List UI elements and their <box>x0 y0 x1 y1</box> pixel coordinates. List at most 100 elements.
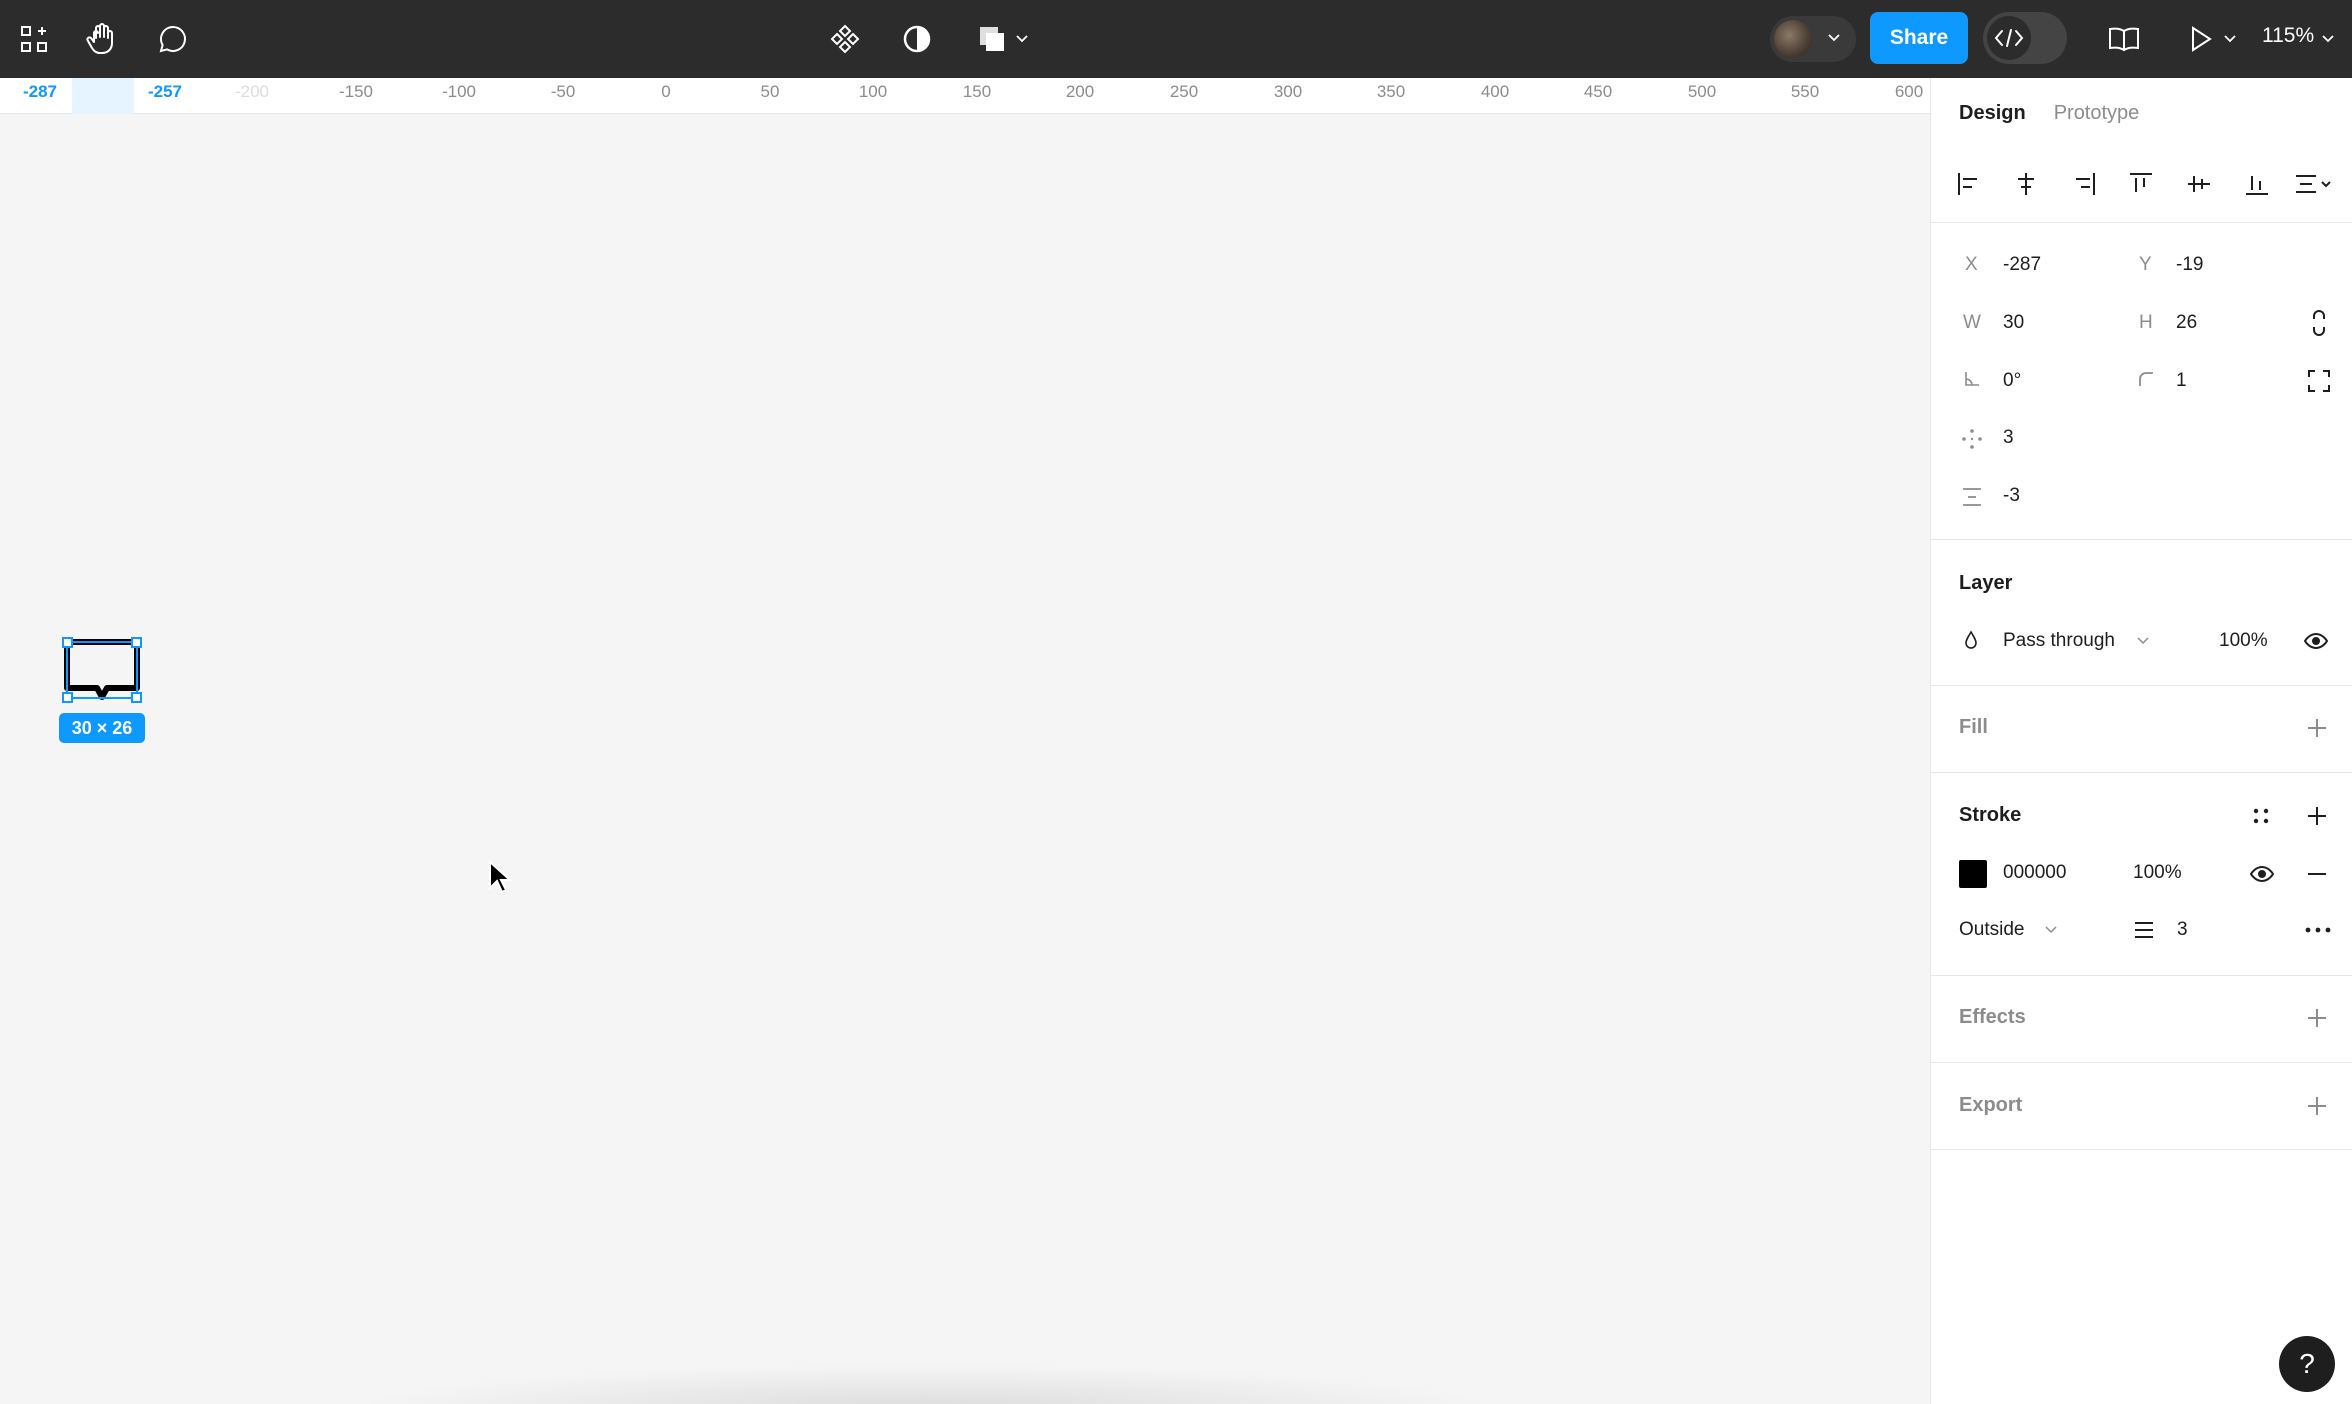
stroke-section-title: Stroke <box>1959 804 2022 826</box>
boolean-shapes-icon[interactable] <box>970 15 1014 63</box>
avatar-image <box>1774 20 1812 58</box>
add-fill-icon[interactable] <box>2303 714 2331 742</box>
stroke-styles-icon[interactable] <box>2247 802 2275 830</box>
corner-radius-icon <box>2135 368 2157 390</box>
stroke-weight-input[interactable]: 3 <box>2177 919 2188 941</box>
export-section-title: Export <box>1959 1094 2023 1116</box>
ruler-tick: 550 <box>1790 82 1820 101</box>
divider <box>1931 539 2352 540</box>
ruler-tick: 100 <box>858 82 888 101</box>
ruler-tick: 250 <box>1169 82 1199 101</box>
chevron-down-icon[interactable] <box>2318 15 2338 63</box>
height-input[interactable]: 26 <box>2176 312 2197 334</box>
library-icon[interactable] <box>2104 15 2144 63</box>
chevron-down-icon[interactable] <box>1012 15 1032 63</box>
divider <box>1931 772 2352 773</box>
stroke-color-swatch[interactable] <box>1959 860 1987 888</box>
stroke-position-select[interactable]: Outside <box>1959 919 2024 941</box>
align-vertical-center-icon[interactable] <box>2179 162 2219 206</box>
design-panel: Design Prototype X -287 Y -19 W 30 H 26 <box>1930 78 2352 1404</box>
align-right-icon[interactable] <box>2064 162 2104 206</box>
vertical-gap-icon <box>1959 484 1985 510</box>
chevron-down-icon[interactable] <box>2135 634 2151 648</box>
add-effect-icon[interactable] <box>2303 1004 2331 1032</box>
eye-icon[interactable] <box>2247 861 2277 887</box>
ruler-tick: -100 <box>441 82 477 101</box>
gap-input[interactable]: -3 <box>2003 485 2020 507</box>
x-input[interactable]: -287 <box>2003 254 2041 276</box>
stroke-opacity-input[interactable]: 100% <box>2133 862 2182 884</box>
frame-shadow <box>350 1364 1500 1404</box>
align-horizontal-center-icon[interactable] <box>2006 162 2046 206</box>
divider <box>1931 1149 2352 1150</box>
alignment-toolbar <box>1949 162 2349 206</box>
more-options-icon[interactable] <box>2303 918 2333 942</box>
stroke-color-input[interactable]: 000000 <box>2003 862 2066 884</box>
design-canvas[interactable]: 30 × 26 <box>0 114 1930 1404</box>
ruler-tick: 0 <box>661 82 671 101</box>
comment-icon[interactable] <box>153 15 193 63</box>
grid-menu-icon[interactable] <box>14 15 54 63</box>
ruler-tick: -150 <box>338 82 374 101</box>
dev-mode-toggle[interactable] <box>1983 12 2067 64</box>
layer-section-title: Layer <box>1959 572 2013 594</box>
y-label: Y <box>2139 254 2152 275</box>
effects-section-title: Effects <box>1959 1006 2026 1028</box>
ruler-tick: 400 <box>1480 82 1510 101</box>
horizontal-ruler: -287 -257 -200 -150 -100 -50 0 50 100 15… <box>0 78 1930 114</box>
distribute-menu-icon[interactable] <box>2291 162 2337 206</box>
corner-radius-input[interactable]: 1 <box>2176 370 2187 392</box>
selection-size-badge: 30 × 26 <box>59 713 145 743</box>
selected-shape[interactable] <box>62 637 142 717</box>
add-stroke-icon[interactable] <box>2303 802 2331 830</box>
divider <box>1931 685 2352 686</box>
divider <box>1931 975 2352 976</box>
ruler-tick: 50 <box>760 82 780 101</box>
blend-mode-icon <box>1961 629 1981 651</box>
play-icon[interactable] <box>2184 15 2218 63</box>
align-left-icon[interactable] <box>1949 162 1989 206</box>
ruler-selection-end: -257 <box>147 82 183 101</box>
ruler-tick: -200 <box>234 82 270 101</box>
x-label: X <box>1965 254 1978 275</box>
dev-mode-icon <box>1987 16 2031 60</box>
zoom-level[interactable]: 115% <box>2262 24 2314 48</box>
tab-prototype[interactable]: Prototype <box>2054 102 2140 125</box>
constrain-proportions-icon[interactable] <box>2304 308 2334 338</box>
ruler-tick: 600 <box>1894 82 1924 101</box>
component-icon[interactable] <box>825 15 865 63</box>
ruler-tick: 500 <box>1687 82 1717 101</box>
width-input[interactable]: 30 <box>2003 312 2024 334</box>
ruler-tick: -50 <box>550 82 576 101</box>
fill-section-title: Fill <box>1959 716 1988 738</box>
ruler-tick: 150 <box>962 82 992 101</box>
eye-icon[interactable] <box>2301 628 2331 654</box>
chevron-down-icon[interactable] <box>2043 923 2059 937</box>
independent-corners-icon[interactable] <box>2304 366 2334 396</box>
add-export-icon[interactable] <box>2303 1092 2331 1120</box>
avatar[interactable] <box>1770 16 1856 62</box>
rotation-input[interactable]: 0° <box>2003 370 2021 392</box>
contrast-icon[interactable] <box>897 15 937 63</box>
ruler-selection-range <box>72 78 134 114</box>
h-label: H <box>2139 312 2153 333</box>
chevron-down-icon <box>1827 33 1841 43</box>
chevron-down-icon[interactable] <box>2220 15 2240 63</box>
ruler-tick: 300 <box>1273 82 1303 101</box>
align-bottom-icon[interactable] <box>2237 162 2277 206</box>
layer-opacity-input[interactable]: 100% <box>2219 630 2268 652</box>
align-top-icon[interactable] <box>2121 162 2161 206</box>
remove-stroke-icon[interactable] <box>2303 861 2331 887</box>
tab-design[interactable]: Design <box>1959 102 2026 125</box>
ruler-tick: 450 <box>1583 82 1613 101</box>
share-button[interactable]: Share <box>1870 12 1968 64</box>
ruler-tick: 350 <box>1376 82 1406 101</box>
y-input[interactable]: -19 <box>2176 254 2203 276</box>
stroke-weight-icon <box>2131 917 2157 943</box>
spacing-input[interactable]: 3 <box>2003 427 2014 449</box>
help-button[interactable]: ? <box>2279 1336 2335 1392</box>
divider <box>1931 222 2352 223</box>
hand-icon[interactable] <box>82 15 122 63</box>
blend-mode-select[interactable]: Pass through <box>2003 630 2115 652</box>
divider <box>1931 1062 2352 1063</box>
